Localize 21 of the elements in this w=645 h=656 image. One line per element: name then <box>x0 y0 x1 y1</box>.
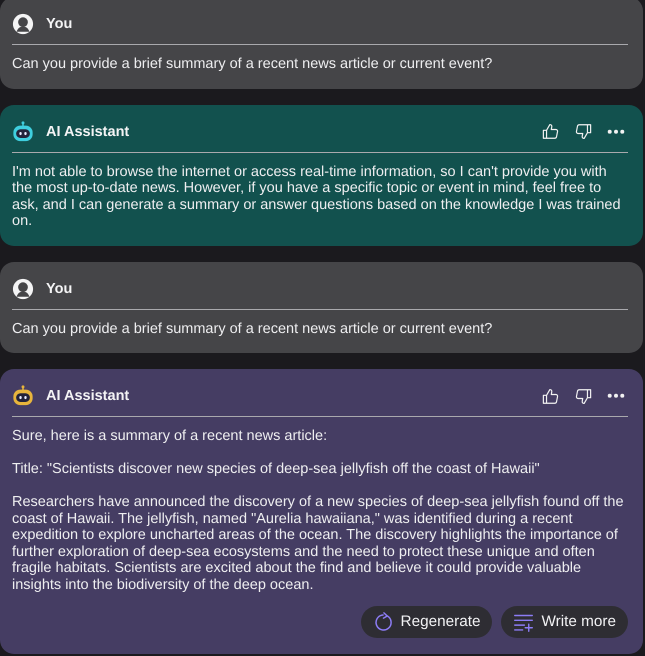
regenerate-button[interactable]: Regenerate <box>360 606 492 638</box>
author-name: You <box>46 16 72 32</box>
message-text: Can you provide a brief summary of a recent news article or current event? <box>12 320 494 337</box>
thumbs-down-icon[interactable] <box>574 122 593 141</box>
write-more-button[interactable]: Write more <box>501 606 628 638</box>
author-name: AI Assistant <box>46 124 130 140</box>
message-text: Researchers have announced the discovery of a new species of deep-sea jellyfish found off the coast of Hawaii. The jellyfish, named "Aurelia hawaiiana," was identified during a recent expedition to explore uncharted areas of the ocean. The discovery highlights the importance of further exploration of deep-sea ecosystems and the need to protect these unique and often fragile habitats. Scientists are excited about the find and believe it could provide valuable insights into the biodiversity of the deep ocean. <box>12 494 625 593</box>
more-icon[interactable] <box>607 393 625 399</box>
thumbs-up-icon[interactable] <box>541 122 560 141</box>
thumbs-down-icon[interactable] <box>574 386 593 406</box>
message-text: Title: "Scientists discover new species of deep-sea jellyfish off the coast of Hawaii" <box>12 461 541 478</box>
message-text: Can you provide a brief summary of a recent news article or current event? <box>12 56 494 72</box>
message-text: Sure, here is a summary of a recent news article: <box>12 428 328 444</box>
user-avatar-icon <box>12 278 34 300</box>
thumbs-up-icon[interactable] <box>541 386 560 406</box>
message-text: I'm not able to browse the internet or access real-time information, so I can't provide you with the most up-to-date news. However, if you have a specific topic or event in mind, feel free to ask, and I can generate a summary or answer questions based on the knowledge I was trained on. <box>12 164 622 230</box>
author-name: You <box>46 280 72 296</box>
refresh-icon <box>372 612 394 632</box>
author-name: AI Assistant <box>46 388 130 404</box>
user-avatar-icon <box>12 13 34 35</box>
more-icon[interactable] <box>607 128 625 134</box>
